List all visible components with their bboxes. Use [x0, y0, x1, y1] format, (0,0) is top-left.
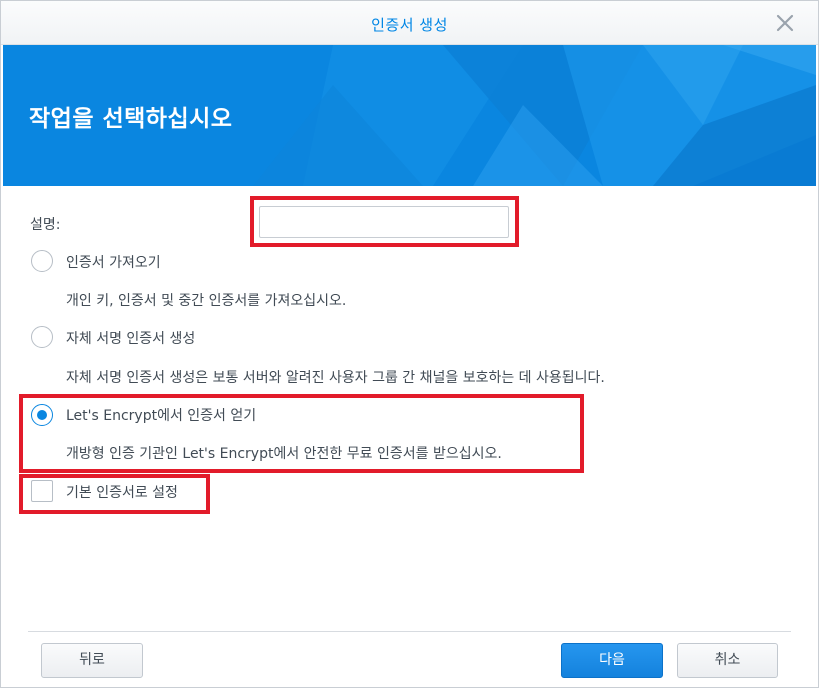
back-button[interactable]: 뒤로	[41, 643, 143, 678]
default-certificate-checkbox[interactable]	[31, 480, 53, 502]
title-bar: 인증서 생성	[1, 1, 818, 45]
cancel-button[interactable]: 취소	[677, 643, 778, 678]
dialog-footer: 뒤로 다음 취소	[1, 626, 818, 688]
radio-import-certificate[interactable]	[31, 250, 53, 272]
header-banner: 작업을 선택하십시오	[3, 45, 816, 186]
option-lets-encrypt-description: 개방형 인증 기관인 Let's Encrypt에서 안전한 무료 인증서를 받…	[66, 446, 502, 462]
description-label: 설명:	[30, 217, 61, 233]
banner-heading: 작업을 선택하십시오	[29, 106, 233, 132]
description-input[interactable]	[259, 206, 509, 238]
option-import-certificate-description: 개인 키, 인증서 및 중간 인증서를 가져오십시오.	[66, 293, 347, 309]
close-icon[interactable]	[772, 10, 798, 36]
option-lets-encrypt-label[interactable]: Let's Encrypt에서 인증서 얻기	[66, 405, 256, 425]
option-self-signed-description: 자체 서명 인증서 생성은 보통 서버와 알려진 사용자 그룹 간 채널을 보호…	[66, 370, 605, 386]
dialog-title: 인증서 생성	[371, 16, 448, 34]
create-certificate-dialog: 인증서 생성 작업을 선택하십시오 설명: 인증서 가져오기 개인 키, 인증서…	[0, 0, 819, 688]
content-area: 설명: 인증서 가져오기 개인 키, 인증서 및 중간 인증서를 가져오십시오.…	[1, 186, 818, 626]
footer-divider	[28, 631, 791, 632]
next-button[interactable]: 다음	[561, 643, 663, 678]
radio-self-signed-certificate[interactable]	[31, 326, 53, 348]
default-certificate-label[interactable]: 기본 인증서로 설정	[66, 482, 178, 502]
option-import-certificate-label[interactable]: 인증서 가져오기	[66, 252, 161, 272]
option-self-signed-label[interactable]: 자체 서명 인증서 생성	[66, 328, 195, 348]
radio-lets-encrypt[interactable]	[31, 404, 53, 426]
